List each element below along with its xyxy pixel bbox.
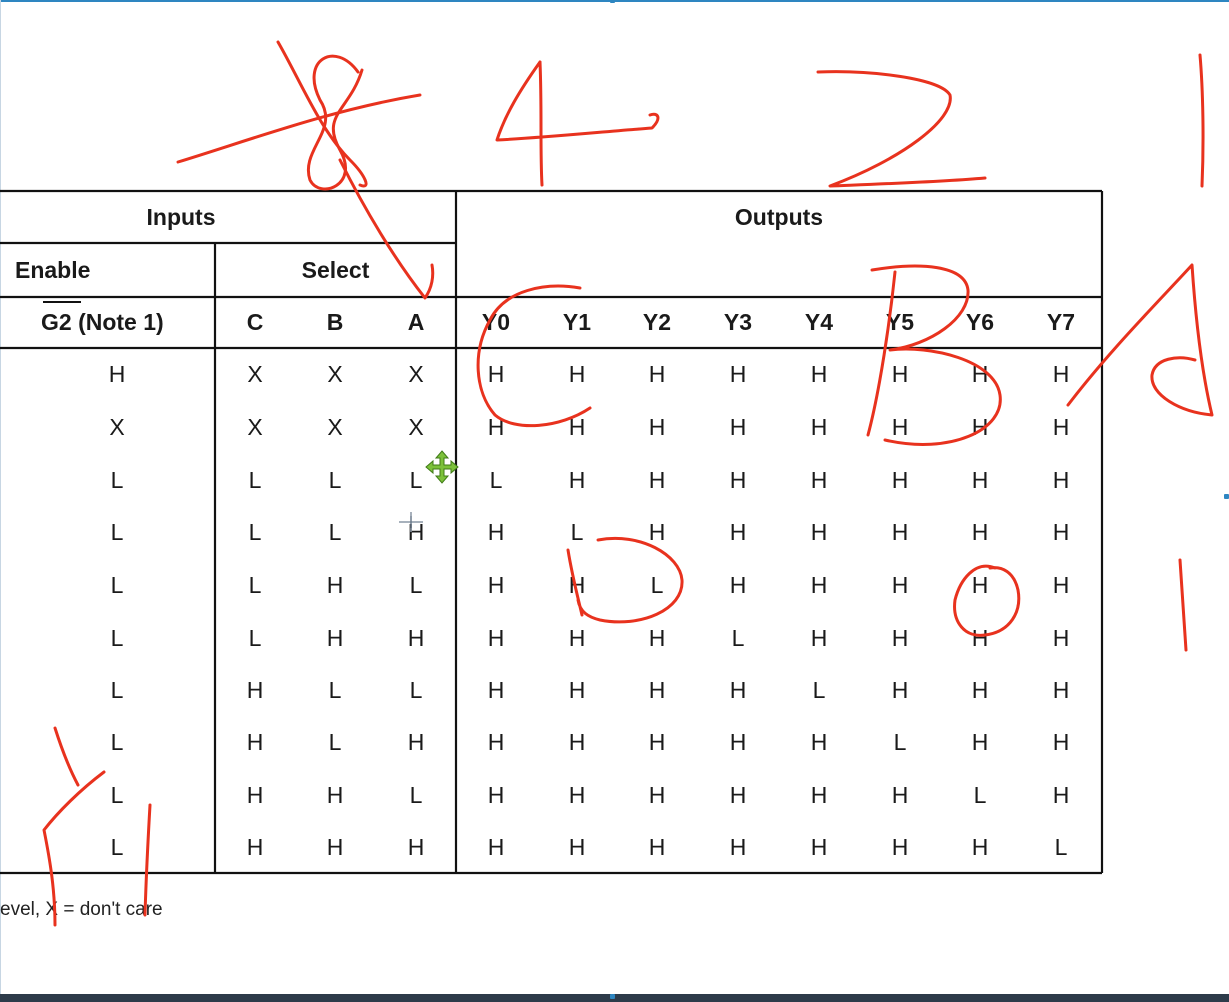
stroke-2 xyxy=(816,70,987,188)
crosshair-cursor-icon xyxy=(399,512,423,532)
red-pen-annotations xyxy=(42,40,1214,927)
stroke-8-cross xyxy=(176,93,422,164)
stroke-B xyxy=(866,264,1002,446)
stroke-0 xyxy=(953,564,1021,637)
slide-canvas: Inputs Outputs Enable Select G2 (Note 1)… xyxy=(0,0,1229,1002)
stroke-4 xyxy=(495,60,660,187)
stroke-y xyxy=(42,726,152,927)
stroke-arrow-to-A xyxy=(338,158,435,300)
stroke-1-right xyxy=(1178,558,1188,652)
stroke-1-top xyxy=(1198,53,1205,188)
stroke-A xyxy=(1066,263,1214,417)
move-cursor-icon xyxy=(425,450,459,484)
stroke-8 xyxy=(276,40,368,191)
stroke-C xyxy=(476,284,592,428)
stroke-D xyxy=(566,537,684,624)
